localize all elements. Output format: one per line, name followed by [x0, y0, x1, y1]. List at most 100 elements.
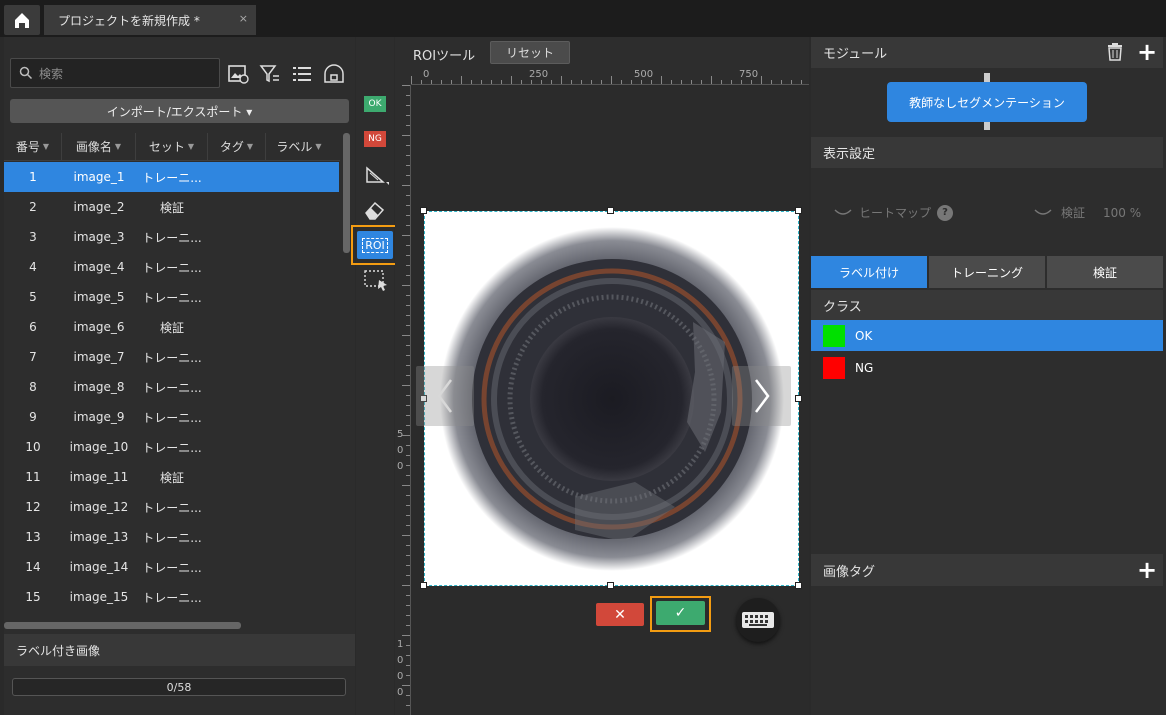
- cancel-roi-button[interactable]: ✕: [596, 603, 644, 626]
- ruler-label: 0: [397, 671, 404, 682]
- home-button[interactable]: [4, 5, 40, 35]
- list-icon[interactable]: [290, 62, 314, 86]
- ok-label-tool[interactable]: OK: [364, 96, 386, 112]
- table-row[interactable]: 2 image_2 検証: [4, 192, 339, 222]
- table-row[interactable]: 12 image_12 トレーニ...: [4, 492, 339, 522]
- cell-number: 8: [29, 380, 37, 394]
- add-tag-icon[interactable]: +: [1137, 558, 1157, 582]
- column-header-set[interactable]: セット ▼: [136, 133, 208, 160]
- reset-button[interactable]: リセット: [490, 41, 570, 64]
- ruler-tick: [406, 445, 410, 446]
- table-row[interactable]: 13 image_13 トレーニ...: [4, 522, 339, 552]
- tab-title: プロジェクトを新規作成 *: [58, 13, 200, 28]
- previous-image-button[interactable]: [416, 366, 474, 426]
- ruler-tick: [406, 205, 410, 206]
- ruler-tick: [402, 335, 410, 336]
- class-item-ng[interactable]: NG: [811, 352, 1163, 383]
- ruler-tick: [406, 505, 410, 506]
- ruler-tick: [801, 80, 802, 84]
- ruler-tick: [402, 485, 410, 486]
- class-name: NG: [855, 360, 874, 375]
- eraser-icon[interactable]: [362, 198, 388, 222]
- trash-icon[interactable]: [1105, 42, 1125, 62]
- tab-labeling[interactable]: ラベル付け: [811, 256, 927, 288]
- table-row[interactable]: 1 image_1 トレーニ...: [4, 162, 339, 192]
- heatmap-toggle[interactable]: ヒートマップ ?: [833, 204, 954, 221]
- table-row[interactable]: 4 image_4 トレーニ...: [4, 252, 339, 282]
- add-module-icon[interactable]: +: [1137, 40, 1157, 64]
- next-image-button[interactable]: [732, 366, 791, 426]
- tab-training[interactable]: トレーニング: [929, 256, 1045, 288]
- ruler-label: 0: [397, 687, 404, 698]
- roi-tool-button[interactable]: ROI: [357, 231, 393, 259]
- help-icon[interactable]: ?: [937, 204, 954, 221]
- ruler-tick: [406, 355, 410, 356]
- cell-image-name: image_15: [69, 590, 129, 604]
- class-item-ok[interactable]: OK: [811, 320, 1163, 351]
- filter-icon[interactable]: [258, 62, 282, 86]
- table-row[interactable]: 8 image_8 トレーニ...: [4, 372, 339, 402]
- resize-handle[interactable]: [607, 207, 614, 214]
- vertical-scrollbar[interactable]: [343, 133, 350, 253]
- ng-label-tool[interactable]: NG: [364, 131, 386, 147]
- resize-handle[interactable]: [795, 207, 802, 214]
- resize-handle[interactable]: [607, 582, 614, 589]
- column-header-tag[interactable]: タグ ▼: [208, 133, 266, 160]
- column-header-number[interactable]: 番号 ▼: [4, 133, 62, 160]
- cell-image-name: image_4: [73, 260, 125, 274]
- ruler-tick: [406, 95, 410, 96]
- ruler-tick: [406, 595, 410, 596]
- column-header-image-name[interactable]: 画像名 ▼: [62, 133, 136, 160]
- ruler-tick: [406, 575, 410, 576]
- image-settings-icon[interactable]: [226, 62, 250, 86]
- resize-handle[interactable]: [420, 582, 427, 589]
- cell-number: 9: [29, 410, 37, 424]
- labeled-progress-bar: 0/58: [12, 678, 346, 696]
- table-row[interactable]: 3 image_3 トレーニ...: [4, 222, 339, 252]
- ruler-corner: [395, 69, 411, 85]
- ruler-tick: [406, 415, 410, 416]
- ruler-tick: [731, 80, 732, 84]
- select-region-icon[interactable]: [362, 268, 390, 292]
- close-icon[interactable]: ×: [239, 12, 248, 25]
- import-export-button[interactable]: インポート/エクスポート ▾: [10, 99, 349, 123]
- module-unsupervised-segmentation[interactable]: 教師なしセグメンテーション: [887, 82, 1087, 122]
- validation-toggle[interactable]: 検証 100 %: [1033, 204, 1141, 221]
- heatmap-label: ヒートマップ: [859, 206, 932, 220]
- table-row[interactable]: 9 image_9 トレーニ...: [4, 402, 339, 432]
- tab-validation[interactable]: 検証: [1047, 256, 1163, 288]
- ruler-tick: [406, 425, 410, 426]
- cell-set: 検証: [159, 200, 184, 215]
- horizontal-scrollbar[interactable]: [4, 622, 241, 629]
- cell-set: トレーニ...: [142, 530, 202, 545]
- sort-icon: ▼: [187, 142, 195, 151]
- column-header-label[interactable]: ラベル ▼: [266, 133, 332, 160]
- resize-handle[interactable]: [795, 582, 802, 589]
- ruler-tick: [406, 565, 410, 566]
- ruler-tick: [691, 80, 692, 84]
- tab-new-project[interactable]: プロジェクトを新規作成 * ×: [44, 5, 256, 35]
- search-input[interactable]: 検索: [10, 58, 220, 88]
- table-row[interactable]: 6 image_6 検証: [4, 312, 339, 342]
- module-title: モジュール: [823, 47, 888, 62]
- confirm-roi-button[interactable]: ✓: [656, 601, 705, 625]
- ruler-tick: [406, 155, 410, 156]
- resize-handle[interactable]: [795, 395, 802, 402]
- chevron-right-icon: [754, 379, 770, 413]
- cell-number: 15: [25, 590, 41, 604]
- camera-icon[interactable]: [322, 62, 346, 86]
- vertical-ruler: 5 0 0 1 0 0 0: [395, 85, 411, 715]
- polygon-tool-icon[interactable]: [364, 164, 392, 188]
- table-row[interactable]: 5 image_5 トレーニ...: [4, 282, 339, 312]
- table-row[interactable]: 7 image_7 トレーニ...: [4, 342, 339, 372]
- ruler-tick: [591, 80, 592, 84]
- cell-image-name: image_6: [73, 320, 125, 334]
- table-row[interactable]: 15 image_15 トレーニ...: [4, 582, 339, 612]
- resize-handle[interactable]: [420, 207, 427, 214]
- keyboard-shortcuts-button[interactable]: [736, 598, 780, 642]
- ruler-tick: [402, 635, 410, 636]
- table-row[interactable]: 11 image_11 検証: [4, 462, 339, 492]
- table-row[interactable]: 10 image_10 トレーニ...: [4, 432, 339, 462]
- cell-set: トレーニ...: [142, 230, 202, 245]
- table-row[interactable]: 14 image_14 トレーニ...: [4, 552, 339, 582]
